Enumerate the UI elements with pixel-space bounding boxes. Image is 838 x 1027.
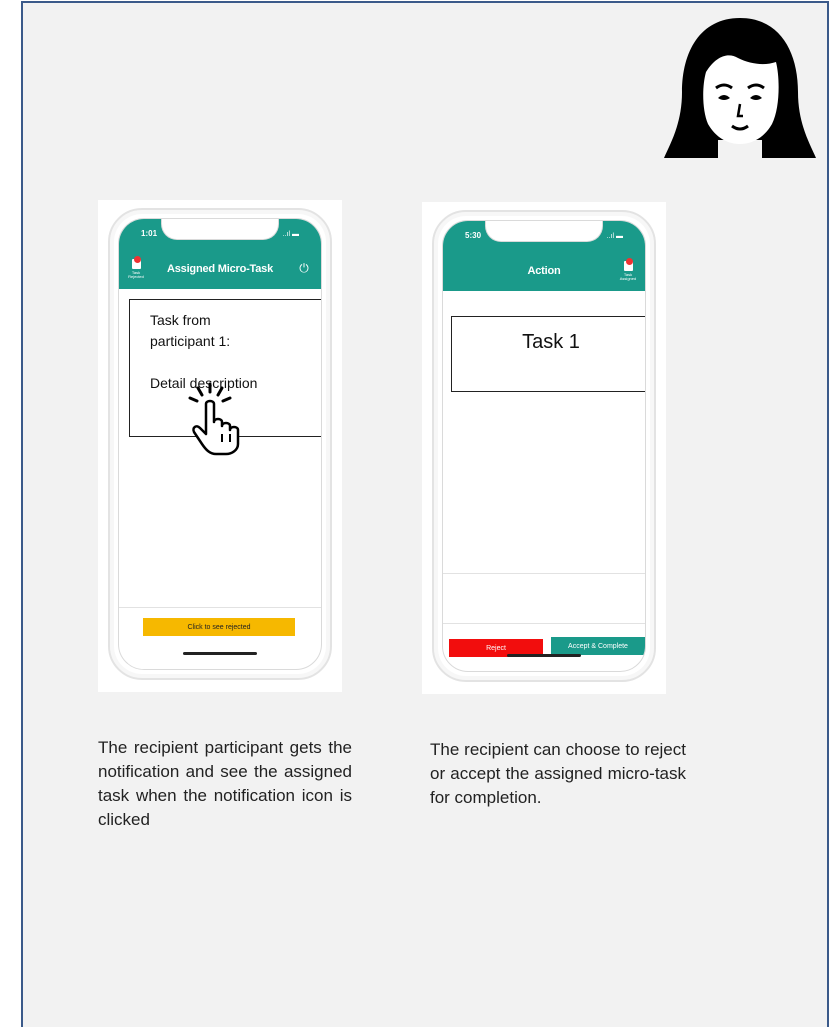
phone-screenshot-action: 5:30 ..ıl ▬ Action Task Assigned Task 1 … <box>422 202 666 694</box>
see-rejected-button[interactable]: Click to see rejected <box>143 618 295 636</box>
woman-avatar-icon <box>664 18 816 158</box>
signal-battery-icon: ..ıl ▬ <box>282 231 299 238</box>
right-caption: The recipient can choose to reject or ac… <box>430 740 686 807</box>
phone-screen: 5:30 ..ıl ▬ Action Task Assigned Task 1 … <box>442 220 646 672</box>
phone-notch <box>161 219 279 240</box>
divider <box>119 607 321 608</box>
app-header: 1:01 ..ıl ▬ Task Rejected Assigned Micro… <box>119 219 321 289</box>
home-indicator <box>183 652 257 655</box>
signal-battery-icon: ..ıl ▬ <box>606 233 623 240</box>
app-title: Action <box>527 265 561 277</box>
home-indicator <box>507 654 581 657</box>
task-line-1: Task from <box>150 312 211 328</box>
notification-badge <box>625 258 633 265</box>
task-assigned-button[interactable]: Task Assigned <box>619 258 637 281</box>
task-assigned-label: Task Assigned <box>619 272 637 281</box>
app-header: 5:30 ..ıl ▬ Action Task Assigned <box>443 221 645 291</box>
divider <box>443 623 645 624</box>
task-line-2: participant 1: <box>150 333 231 349</box>
status-time: 1:01 <box>141 229 158 238</box>
power-icon: ⏻ <box>299 261 309 275</box>
divider <box>443 573 645 574</box>
left-caption: The recipient participant gets the notif… <box>98 738 352 829</box>
document-icon <box>623 258 633 271</box>
accept-complete-button[interactable]: Accept & Complete <box>551 637 645 655</box>
task-card[interactable]: Task 1 <box>451 316 645 392</box>
status-time: 5:30 <box>465 231 482 240</box>
power-button[interactable]: ⏻ <box>295 259 313 277</box>
phone-notch <box>485 221 603 242</box>
phone-frame: 5:30 ..ıl ▬ Action Task Assigned Task 1 … <box>432 210 656 682</box>
app-title: Assigned Micro-Task <box>166 263 274 275</box>
pointing-hand-icon <box>188 382 240 456</box>
notification-badge <box>133 256 141 263</box>
